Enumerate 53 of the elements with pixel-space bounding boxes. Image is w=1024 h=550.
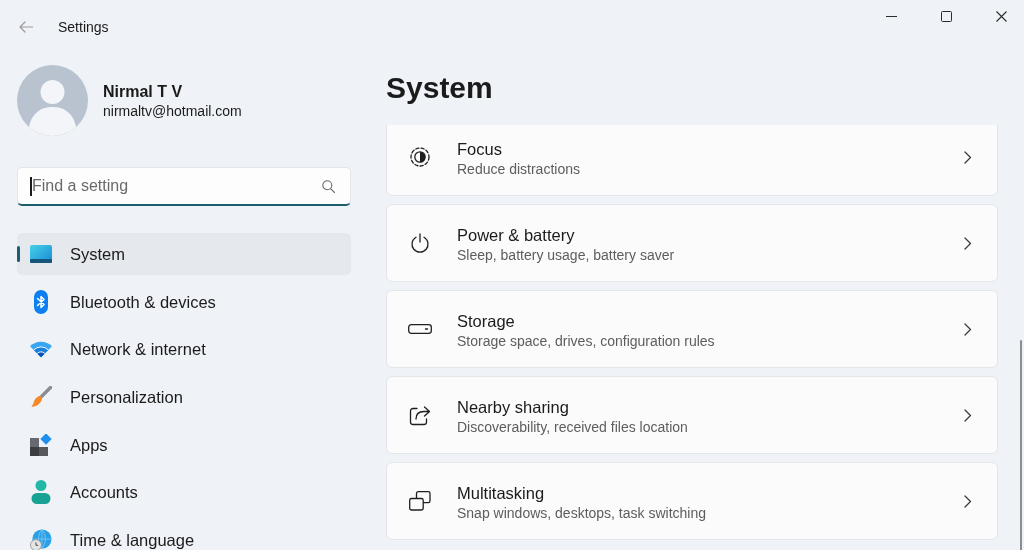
user-name: Nirmal T V	[103, 82, 184, 102]
card-title: Power & battery	[457, 225, 575, 246]
drive-icon	[408, 324, 432, 334]
card-title: Multitasking	[457, 483, 545, 504]
nav-item[interactable]: Network & internet	[17, 328, 351, 371]
card-subtitle: Sleep, battery usage, battery saver	[457, 246, 675, 265]
card-title: Nearby sharing	[457, 397, 569, 418]
chevron-right-icon	[964, 236, 972, 250]
avatar-icon	[17, 65, 88, 136]
minimize-icon	[885, 15, 897, 17]
nav-item[interactable]: Time & language	[17, 519, 351, 550]
person-icon	[31, 480, 51, 505]
display-icon	[30, 245, 52, 263]
card-subtitle: Discoverability, received files location	[457, 418, 688, 437]
power-icon	[410, 233, 430, 253]
globe-clock-icon	[30, 528, 52, 550]
card-subtitle: Snap windows, desktops, task switching	[457, 504, 706, 523]
apps-grid-icon	[30, 433, 52, 456]
chevron-right-icon	[964, 322, 972, 336]
search-field[interactable]: Find a setting	[17, 167, 351, 206]
user-email: nirmaltv@hotmail.com	[103, 102, 242, 120]
maximize-icon	[940, 10, 952, 22]
back-arrow-icon	[19, 21, 33, 33]
settings-card[interactable]: Storage Storage space, drives, configuration rules	[386, 290, 998, 368]
bluetooth-icon	[33, 289, 49, 314]
settings-card[interactable]: Power & battery Sleep, battery usage, battery saver	[386, 204, 998, 282]
search-icon	[322, 180, 335, 193]
page-title: System	[386, 70, 493, 106]
chevron-right-icon	[964, 150, 972, 164]
text-caret-icon	[30, 177, 32, 196]
window-title: Settings	[58, 18, 109, 37]
wifi-icon	[30, 340, 52, 358]
dashed-ring-icon	[410, 147, 430, 167]
nav-item[interactable]: Personalization	[17, 376, 351, 419]
paintbrush-icon	[30, 386, 52, 409]
settings-card[interactable]: Multitasking Snap windows, desktops, task switching	[386, 462, 998, 540]
chevron-right-icon	[964, 494, 972, 508]
settings-card[interactable]: Focus Reduce distractions	[386, 125, 998, 196]
nav-item[interactable]: System	[17, 233, 351, 275]
nav-item[interactable]: Accounts	[17, 471, 351, 514]
scrollbar-thumb[interactable]	[1020, 340, 1022, 550]
card-title: Storage	[457, 311, 515, 332]
card-title: Focus	[457, 139, 502, 160]
settings-card[interactable]: Nearby sharing Discoverability, received files location	[386, 376, 998, 454]
card-subtitle: Reduce distractions	[457, 160, 580, 179]
overlapping-windows-icon	[409, 491, 431, 511]
card-subtitle: Storage space, drives, configuration rules	[457, 332, 715, 351]
nav-item[interactable]: Bluetooth & devices	[17, 280, 351, 323]
chevron-right-icon	[964, 408, 972, 422]
share-icon	[409, 404, 431, 426]
selection-indicator-icon	[17, 246, 20, 262]
close-icon	[995, 10, 1007, 22]
nav-item[interactable]: Apps	[17, 423, 351, 466]
